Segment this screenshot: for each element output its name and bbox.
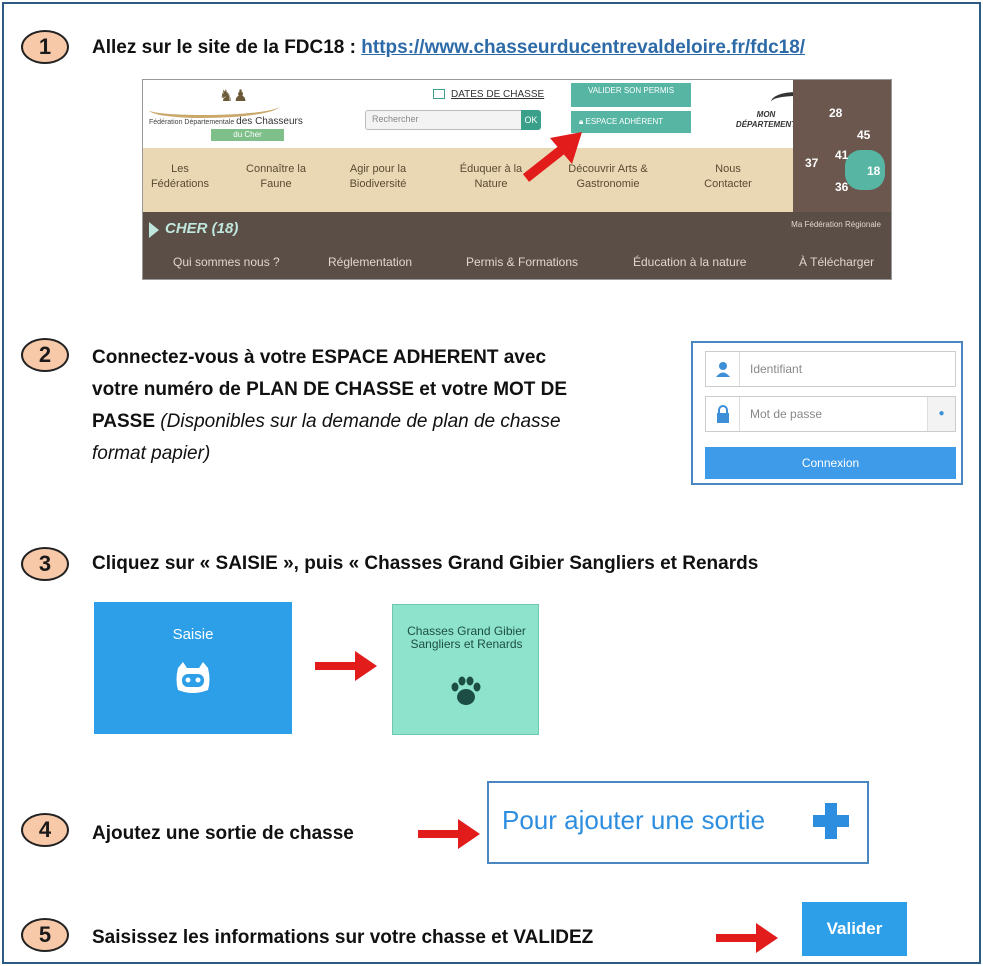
red-arrow-to-espace <box>522 132 582 182</box>
ajouter-sortie-button[interactable]: Pour ajouter une sortie <box>487 781 869 864</box>
map-dept-18: 18 <box>867 164 881 178</box>
step-1-text: Allez sur le site de la FDC18 : https://… <box>92 32 805 64</box>
chasses-grand-gibier-tile[interactable]: Chasses Grand Gibier Sangliers et Renard… <box>392 604 539 735</box>
subnav-reglementation[interactable]: Réglementation <box>328 255 412 269</box>
logo-name: des Chasseurs <box>236 116 303 127</box>
map-dept-37: 37 <box>805 156 819 170</box>
ajouter-sortie-label: Pour ajouter une sortie <box>502 805 766 835</box>
saisie-robot-icon <box>176 662 210 693</box>
valider-permis-button[interactable]: VALIDER SON PERMIS <box>571 83 691 107</box>
red-arrow-step3 <box>315 651 377 681</box>
logo-hill-icon <box>149 98 279 118</box>
department-map[interactable]: 28 45 41 37 18 36 <box>793 80 891 212</box>
step-3-badge: 3 <box>21 547 69 581</box>
user-icon <box>706 352 740 386</box>
step-1-badge: 1 <box>21 30 69 64</box>
subnav-qui-sommes-nous[interactable]: Qui sommes nous ? <box>173 255 280 269</box>
calendar-icon <box>433 89 445 100</box>
logo-prefix: Fédération Départementale <box>149 119 235 126</box>
site-screenshot: ♞♟ Fédération Départementale des Chasseu… <box>142 79 892 280</box>
site-main-nav: Les Fédérations Connaître la Faune Agir po… <box>143 148 793 212</box>
map-dept-36: 36 <box>835 180 849 194</box>
subnav-permis-formations[interactable]: Permis & Formations <box>466 255 578 269</box>
red-arrow-step4 <box>418 819 480 849</box>
site-search-input[interactable]: Rechercher <box>365 110 541 130</box>
show-password-eye-icon[interactable]: ● <box>927 397 955 431</box>
red-arrow-step5 <box>716 923 778 953</box>
step-4-text: Ajoutez une sortie de chasse <box>92 823 354 844</box>
password-field[interactable]: Mot de passe ● <box>705 396 956 432</box>
espace-adherent-button[interactable]: 🔒︎ ESPACE ADHÉRENT <box>571 111 691 133</box>
fdc18-url-link[interactable]: https://www.chasseurducentrevaldeloire.f… <box>361 37 805 58</box>
step-2-text: Connectez-vous à votre ESPACE ADHERENT a… <box>92 347 568 464</box>
paw-icon <box>451 676 481 705</box>
lock-icon: 🔒︎ <box>579 117 584 126</box>
dates-de-chasse-link[interactable]: DATES DE CHASSE <box>433 89 544 100</box>
triangle-icon <box>149 222 159 238</box>
login-panel: Identifiant Mot de passe ● Connexion <box>691 341 963 485</box>
identifiant-field[interactable]: Identifiant <box>705 351 956 387</box>
hunter-icon: ♞♟ <box>219 88 248 105</box>
saisie-tile[interactable]: Saisie <box>94 602 292 734</box>
nav-item-biodiversite[interactable]: Agir pour la Biodiversité <box>333 162 423 192</box>
step-5-badge: 5 <box>21 918 69 952</box>
department-subbar: CHER (18) Ma Fédération Régionale Qui so… <box>143 212 891 279</box>
dept-title: CHER (18) <box>165 220 239 237</box>
step-2-badge: 2 <box>21 338 69 372</box>
search-ok-button[interactable]: OK <box>521 110 541 130</box>
nav-item-federations[interactable]: Les Fédérations <box>143 162 225 192</box>
lock-icon <box>706 397 740 431</box>
nav-item-contacter[interactable]: Nous Contacter <box>683 162 773 192</box>
plus-icon <box>813 803 849 839</box>
step-1-label: Allez sur le site de la FDC18 : <box>92 37 362 58</box>
site-header: ♞♟ Fédération Départementale des Chasseu… <box>143 80 891 148</box>
subnav-education-nature[interactable]: Éducation à la nature <box>633 255 746 269</box>
connexion-button[interactable]: Connexion <box>705 447 956 479</box>
mon-departement-label: MON DÉPARTEMENT <box>735 110 797 129</box>
map-dept-45: 45 <box>857 128 871 142</box>
logo-sub: du Cher <box>211 129 284 141</box>
subnav-telecharger[interactable]: À Télécharger <box>799 255 874 269</box>
fdc-logo[interactable]: ♞♟ Fédération Départementale des Chasseu… <box>149 86 303 146</box>
saisie-label: Saisie <box>172 626 214 643</box>
nav-item-faune[interactable]: Connaître la Faune <box>231 162 321 192</box>
chasses-label: Chasses Grand Gibier Sangliers et Renard… <box>407 624 526 651</box>
regional-link[interactable]: Ma Fédération Régionale <box>791 220 881 229</box>
step-5-text: Saisissez les informations sur votre cha… <box>92 927 594 948</box>
map-dept-28: 28 <box>829 106 843 120</box>
step-4-badge: 4 <box>21 813 69 847</box>
valider-button[interactable]: Valider <box>802 902 907 956</box>
map-dept-41: 41 <box>835 148 849 162</box>
step-3-text: Cliquez sur « SAISIE », puis « Chasses G… <box>92 553 759 574</box>
